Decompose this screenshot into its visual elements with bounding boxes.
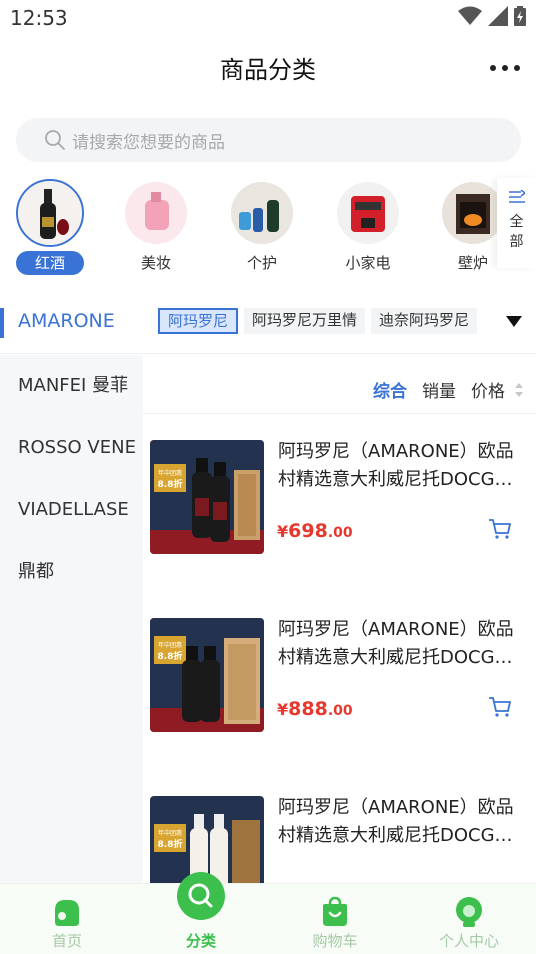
svg-text:年中团惠: 年中团惠 xyxy=(158,469,182,477)
status-bar: 12:53 xyxy=(0,0,536,36)
user-icon xyxy=(456,897,482,927)
list-icon xyxy=(508,189,526,203)
add-to-cart-icon[interactable] xyxy=(488,696,512,718)
home-icon xyxy=(55,900,79,926)
product-image[interactable]: 年中团惠 8.8折 xyxy=(150,440,264,554)
category-image xyxy=(337,182,399,244)
sidebar-item-manfei[interactable]: MANFEI 曼菲 xyxy=(0,355,143,417)
search-placeholder: 请搜索您想要的商品 xyxy=(72,132,225,153)
wifi-icon xyxy=(458,6,482,25)
price-integer: 698 xyxy=(288,520,328,542)
all-categories-label: 全部 xyxy=(509,214,524,250)
product-title-line: 阿玛罗尼（AMARONE）欧品 xyxy=(278,441,514,462)
sidebar-item-amarone[interactable]: AMARONE xyxy=(18,310,115,332)
brand-sidebar: MANFEI 曼菲 ROSSO VENE VIADELLASE 鼎都 xyxy=(0,355,143,885)
nav-category[interactable]: 分类 xyxy=(134,872,268,954)
header: 商品分类 xyxy=(0,36,536,100)
active-indicator xyxy=(0,308,4,338)
product-title-line: 村精选意大利威尼托DOCG红葡萄酒 xyxy=(278,469,530,490)
product-price: ¥698.00 xyxy=(277,520,353,542)
category-label: 小家电 xyxy=(345,254,391,272)
product-title[interactable]: 阿玛罗尼（AMARONE）欧品 村精选意大利威尼托DOCG红葡萄酒 xyxy=(278,616,530,672)
product-title[interactable]: 阿玛罗尼（AMARONE）欧品 村精选意大利威尼托DOCG红葡萄酒 xyxy=(278,794,530,850)
price-symbol: ¥ xyxy=(277,700,289,719)
category-label: 美妆 xyxy=(140,254,171,272)
tag-dinai-amarone[interactable]: 迪奈阿玛罗尼 xyxy=(371,308,478,334)
price-decimal: .00 xyxy=(327,703,353,719)
battery-icon xyxy=(514,6,526,26)
category-label: 个护 xyxy=(246,254,277,272)
product-title-line: 村精选意大利威尼托DOCG红葡萄酒 xyxy=(278,825,530,846)
nav-label: 购物车 xyxy=(312,932,358,950)
category-red-wine[interactable]: 红酒 xyxy=(10,178,90,275)
category-beauty[interactable]: 美妆 xyxy=(116,178,196,273)
product-image[interactable]: 年中团惠 8.8折 xyxy=(150,618,264,732)
nav-label: 首页 xyxy=(51,932,82,950)
tag-amarone-wanliqing[interactable]: 阿玛罗尼万里情 xyxy=(244,308,366,334)
cart-icon xyxy=(323,896,347,926)
subcategory-tags: 阿玛罗尼 阿玛罗尼万里情 迪奈阿玛罗尼 xyxy=(158,308,496,336)
product-card[interactable]: 年中团惠 8.8折 阿玛罗尼（AMARONE）欧品 村精选意大利威尼托DOCG红葡… xyxy=(143,772,536,883)
product-card[interactable]: 年中团惠 8.8折 阿玛罗尼（AMARONE）欧品 村精选意大利威尼托DOCG红葡… xyxy=(143,416,536,594)
sort-bar: 综合 销量 价格 xyxy=(143,360,536,414)
price-symbol: ¥ xyxy=(277,522,289,541)
sort-arrows-icon[interactable] xyxy=(514,380,524,400)
expand-tags-icon[interactable] xyxy=(506,316,522,327)
category-small-appliances[interactable]: 小家电 xyxy=(328,178,408,273)
add-to-cart-icon[interactable] xyxy=(488,518,512,540)
svg-text:年中团惠: 年中团惠 xyxy=(158,829,182,837)
product-title-line: 阿玛罗尼（AMARONE）欧品 xyxy=(278,619,514,640)
sort-comprehensive[interactable]: 综合 xyxy=(373,377,407,402)
sidebar-item-viadellase[interactable]: VIADELLASE xyxy=(0,479,143,541)
nav-cart[interactable]: 购物车 xyxy=(268,884,402,954)
status-time: 12:53 xyxy=(10,6,68,30)
category-image xyxy=(231,182,293,244)
product-price: ¥888.00 xyxy=(277,698,353,720)
category-image xyxy=(16,179,84,247)
price-decimal: .00 xyxy=(327,525,353,541)
product-card[interactable]: 年中团惠 8.8折 阿玛罗尼（AMARONE）欧品 村精选意大利威尼托DOCG红葡… xyxy=(143,594,536,772)
nav-label: 个人中心 xyxy=(438,932,499,950)
svg-text:8.8折: 8.8折 xyxy=(158,838,183,850)
category-label: 红酒 xyxy=(16,251,84,275)
svg-text:8.8折: 8.8折 xyxy=(158,478,183,490)
subcategory-row: AMARONE 阿玛罗尼 阿玛罗尼万里情 迪奈阿玛罗尼 xyxy=(0,298,536,354)
search-input[interactable]: 请搜索您想要的商品 xyxy=(16,118,521,162)
more-options-button[interactable] xyxy=(490,58,520,78)
search-icon xyxy=(177,872,225,920)
svg-text:8.8折: 8.8折 xyxy=(158,650,183,662)
svg-text:年中团惠: 年中团惠 xyxy=(158,641,182,649)
product-title[interactable]: 阿玛罗尼（AMARONE）欧品 村精选意大利威尼托DOCG红葡萄酒 xyxy=(278,438,530,494)
page-title: 商品分类 xyxy=(220,56,316,84)
category-row: 红酒 美妆 个护 小家电 壁炉 xyxy=(0,178,504,278)
status-icons xyxy=(458,6,526,26)
nav-profile[interactable]: 个人中心 xyxy=(402,884,536,954)
sidebar-item-rosso-vene[interactable]: ROSSO VENE xyxy=(0,417,143,479)
product-title-line: 村精选意大利威尼托DOCG红葡萄酒 xyxy=(278,647,530,668)
product-title-line: 阿玛罗尼（AMARONE）欧品 xyxy=(278,797,514,818)
sort-price[interactable]: 价格 xyxy=(471,377,505,402)
nav-label: 分类 xyxy=(185,932,216,950)
nav-home[interactable]: 首页 xyxy=(0,884,134,954)
category-personal-care[interactable]: 个护 xyxy=(222,178,302,273)
search-icon xyxy=(45,130,65,150)
all-categories-button[interactable]: 全部 xyxy=(497,178,536,268)
bottom-nav: 首页 分类 购物车 个人中心 xyxy=(0,872,536,954)
signal-icon xyxy=(488,6,508,26)
sidebar-item-dingdu[interactable]: 鼎都 xyxy=(0,541,143,603)
price-integer: 888 xyxy=(288,698,328,720)
tag-amarone[interactable]: 阿玛罗尼 xyxy=(158,308,239,334)
product-image[interactable]: 年中团惠 8.8折 xyxy=(150,796,264,883)
sort-sales[interactable]: 销量 xyxy=(422,377,456,402)
category-image xyxy=(442,182,504,244)
category-image xyxy=(125,182,187,244)
